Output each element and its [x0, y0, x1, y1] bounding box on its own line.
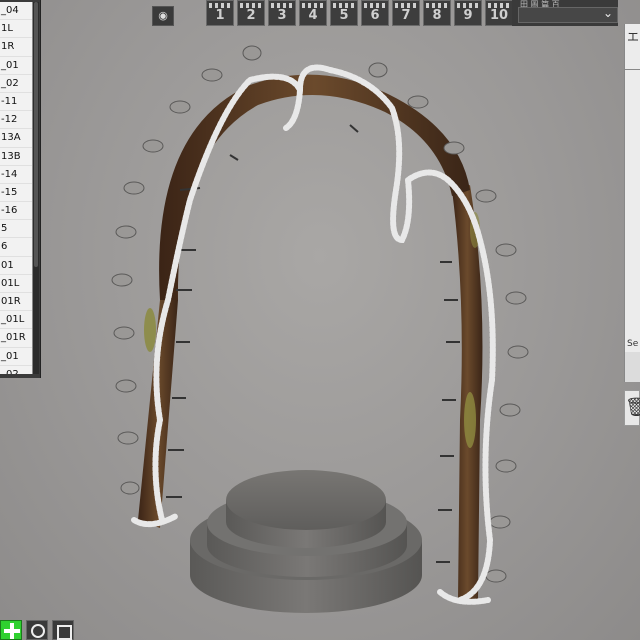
- object-list-item[interactable]: 13A: [0, 129, 32, 148]
- object-list-item[interactable]: -15: [0, 184, 32, 203]
- frame-button-label: 7: [401, 8, 411, 23]
- object-list-item[interactable]: 01L: [0, 275, 32, 293]
- object-list-item[interactable]: 1L: [0, 20, 32, 39]
- object-list-item[interactable]: 6: [0, 238, 32, 257]
- frame-button-label: 1: [215, 8, 225, 23]
- object-list-item[interactable]: _02: [0, 75, 32, 93]
- object-list-item[interactable]: _01: [0, 348, 32, 366]
- frame-button-10[interactable]: 10: [485, 0, 513, 26]
- trash-icon: 🗑: [625, 397, 640, 418]
- viewport-3d[interactable]: [0, 0, 640, 640]
- object-list-item[interactable]: 13B: [0, 148, 32, 166]
- object-list[interactable]: _04 1L 1R _01 _02 -11 -12 13A 13B -14 -15 -16 5 6 01 01…: [0, 2, 33, 374]
- chevron-down-icon: ⌄: [602, 6, 613, 20]
- pedestal[interactable]: [190, 470, 422, 613]
- transform-tools: [0, 620, 74, 640]
- delete-button[interactable]: 🗑: [624, 390, 640, 426]
- divider: [625, 69, 640, 70]
- frame-button-bar: 1 2 3 4 5 6 7 8 9 10: [206, 0, 513, 26]
- object-list-item[interactable]: 5: [0, 220, 32, 239]
- frame-button-label: 6: [370, 8, 380, 23]
- object-list-item[interactable]: -12: [0, 111, 32, 130]
- frame-button-5[interactable]: 5: [330, 0, 358, 26]
- frame-button-2[interactable]: 2: [237, 0, 265, 26]
- frame-button-label: 2: [246, 8, 256, 23]
- frame-button-1[interactable]: 1: [206, 0, 234, 26]
- frame-button-label: 3: [277, 8, 287, 23]
- object-list-item[interactable]: 01: [0, 257, 32, 275]
- rotate-tool-icon[interactable]: [26, 620, 48, 640]
- object-list-item[interactable]: -14: [0, 166, 32, 184]
- object-list-item[interactable]: _02: [0, 366, 32, 374]
- visibility-toggle-button[interactable]: ◉: [152, 6, 174, 26]
- right-side-panel-bottom-label: Se: [627, 339, 639, 349]
- object-list-item[interactable]: 1R: [0, 38, 32, 57]
- frame-button-8[interactable]: 8: [423, 0, 451, 26]
- object-list-item[interactable]: 01R: [0, 293, 32, 312]
- move-tool-icon[interactable]: [0, 620, 22, 640]
- object-list-item[interactable]: _04: [0, 2, 32, 21]
- frame-button-label: 8: [432, 8, 442, 23]
- frame-button-label: 10: [489, 8, 509, 23]
- frame-button-4[interactable]: 4: [299, 0, 327, 26]
- frame-button-label: 9: [463, 8, 473, 23]
- object-list-item[interactable]: -16: [0, 202, 32, 221]
- frame-button-9[interactable]: 9: [454, 0, 482, 26]
- right-side-panel: エ Se: [624, 24, 640, 352]
- frame-button-label: 4: [308, 8, 318, 23]
- object-list-item[interactable]: _01R: [0, 329, 32, 348]
- frame-button-label: 5: [339, 8, 349, 23]
- right-side-panel-label: エ: [627, 30, 640, 44]
- eye-icon: ◉: [158, 9, 168, 22]
- object-list-scrollbar[interactable]: [33, 2, 39, 374]
- object-list-item[interactable]: -11: [0, 93, 32, 112]
- object-list-item[interactable]: _01: [0, 57, 32, 75]
- object-list-panel: _04 1L 1R _01 _02 -11 -12 13A 13B -14 -15 -16 5 6 01 01…: [0, 0, 41, 378]
- right-panel-dropdown[interactable]: ⌄: [518, 6, 618, 23]
- frame-button-6[interactable]: 6: [361, 0, 389, 26]
- right-side-panel-lower: [624, 352, 640, 382]
- frame-button-3[interactable]: 3: [268, 0, 296, 26]
- frame-button-7[interactable]: 7: [392, 0, 420, 26]
- scale-tool-icon[interactable]: [52, 620, 74, 640]
- object-list-item[interactable]: _01L: [0, 311, 32, 330]
